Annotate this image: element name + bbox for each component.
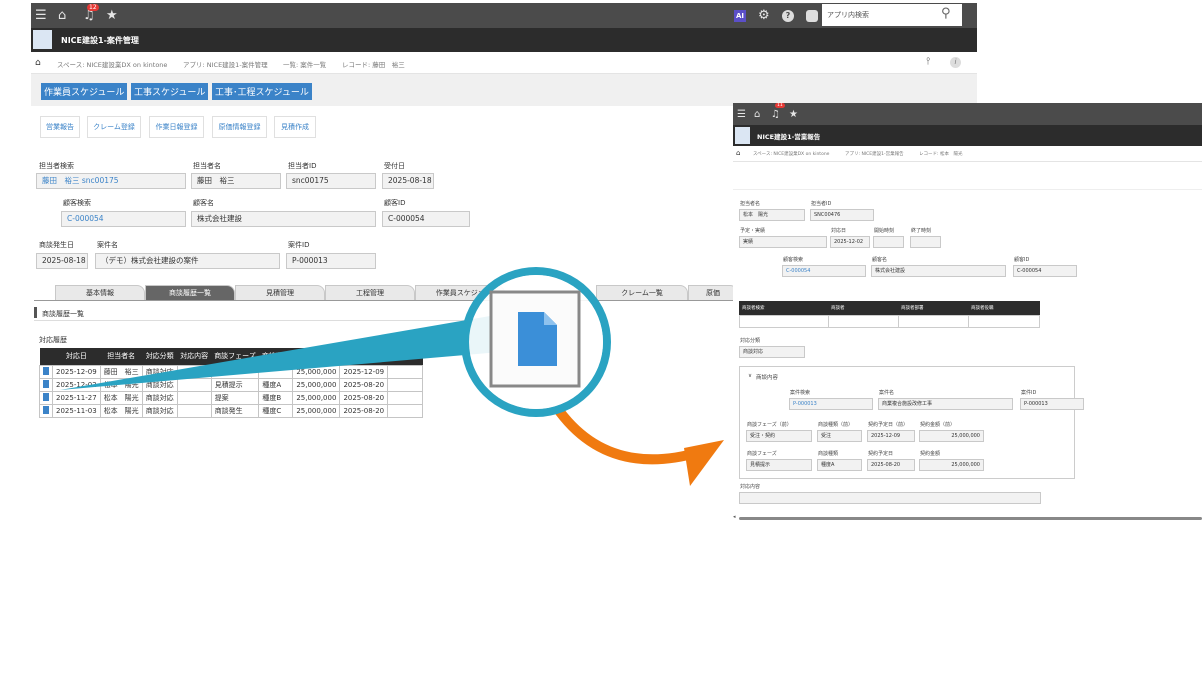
- arrow-head: [684, 440, 724, 486]
- magnified-document-icon: [518, 312, 557, 366]
- arrow-curve: [555, 407, 705, 465]
- callout-beam: [60, 316, 500, 390]
- callout-overlay: [60, 267, 724, 486]
